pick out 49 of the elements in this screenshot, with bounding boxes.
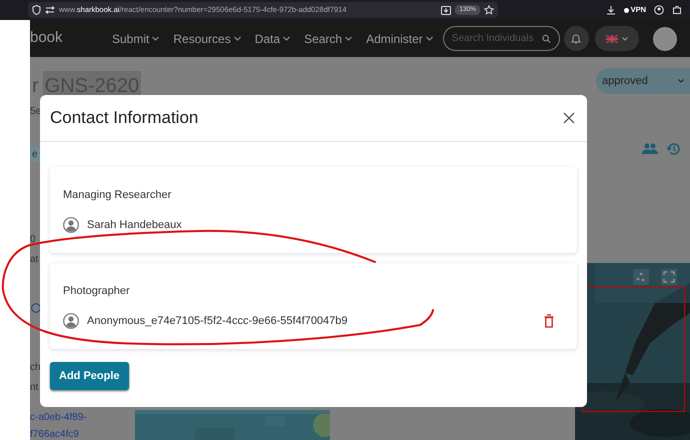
page-text: at xyxy=(30,253,38,267)
help-icon[interactable] xyxy=(31,303,41,313)
close-icon xyxy=(563,112,575,124)
nav-menu[interactable]: Data xyxy=(254,30,290,48)
flag-icon xyxy=(606,34,618,42)
dialog-title: Contact Information xyxy=(50,107,198,130)
search-field[interactable]: Search Individuals xyxy=(442,26,560,51)
account-icon[interactable] xyxy=(654,5,664,15)
download-icon[interactable] xyxy=(606,5,616,15)
trash-icon xyxy=(544,314,554,328)
bell-icon xyxy=(571,33,582,44)
star-icon[interactable] xyxy=(484,5,494,15)
chevron-icon xyxy=(426,36,433,41)
notification-button[interactable] xyxy=(564,26,589,51)
person-name: Anonymous_e74e7105-f5f2-4ccc-9e66-55f4f70047b9 xyxy=(87,314,349,328)
chevron-icon xyxy=(622,36,628,40)
nav-menu[interactable]: Submit xyxy=(112,30,160,48)
nav-menu[interactable]: Resources xyxy=(173,30,241,48)
page-text: e xyxy=(30,147,40,162)
status-select[interactable]: approved xyxy=(596,68,690,94)
page-text: 5e xyxy=(30,105,42,119)
language-button[interactable] xyxy=(594,26,639,51)
add-people-button[interactable]: Add People xyxy=(50,362,129,390)
delete-button[interactable] xyxy=(544,314,554,328)
chevron-icon xyxy=(234,36,241,41)
close-button[interactable] xyxy=(561,110,577,126)
user-icon xyxy=(63,312,79,329)
fullscreen-icon[interactable] xyxy=(661,269,677,285)
avatar-icon[interactable] xyxy=(652,26,677,50)
role-label: Managing Researcher xyxy=(63,188,172,203)
page-text: ch xyxy=(30,361,41,375)
user-icon xyxy=(63,216,79,233)
nav-menu[interactable]: Administer xyxy=(366,30,433,48)
chevron-icon xyxy=(283,36,290,41)
person-name: Sarah Handebeaux xyxy=(87,218,183,232)
nav-menu[interactable]: Search xyxy=(304,30,352,48)
chevron-icon xyxy=(345,36,352,41)
shield-icon xyxy=(32,5,41,15)
search-input[interactable]: Search Individuals xyxy=(452,31,542,46)
role-label: Photographer xyxy=(63,284,131,299)
chevron-icon xyxy=(152,36,160,41)
extensions-icon[interactable] xyxy=(672,5,682,15)
page-text: 0 xyxy=(30,233,36,247)
brand-logo[interactable]: book xyxy=(30,27,112,50)
permissions-icon xyxy=(45,6,55,14)
search-icon xyxy=(542,34,551,44)
page-text: nt xyxy=(30,381,38,395)
chevron-icon xyxy=(678,79,684,83)
install-icon[interactable] xyxy=(441,6,452,14)
